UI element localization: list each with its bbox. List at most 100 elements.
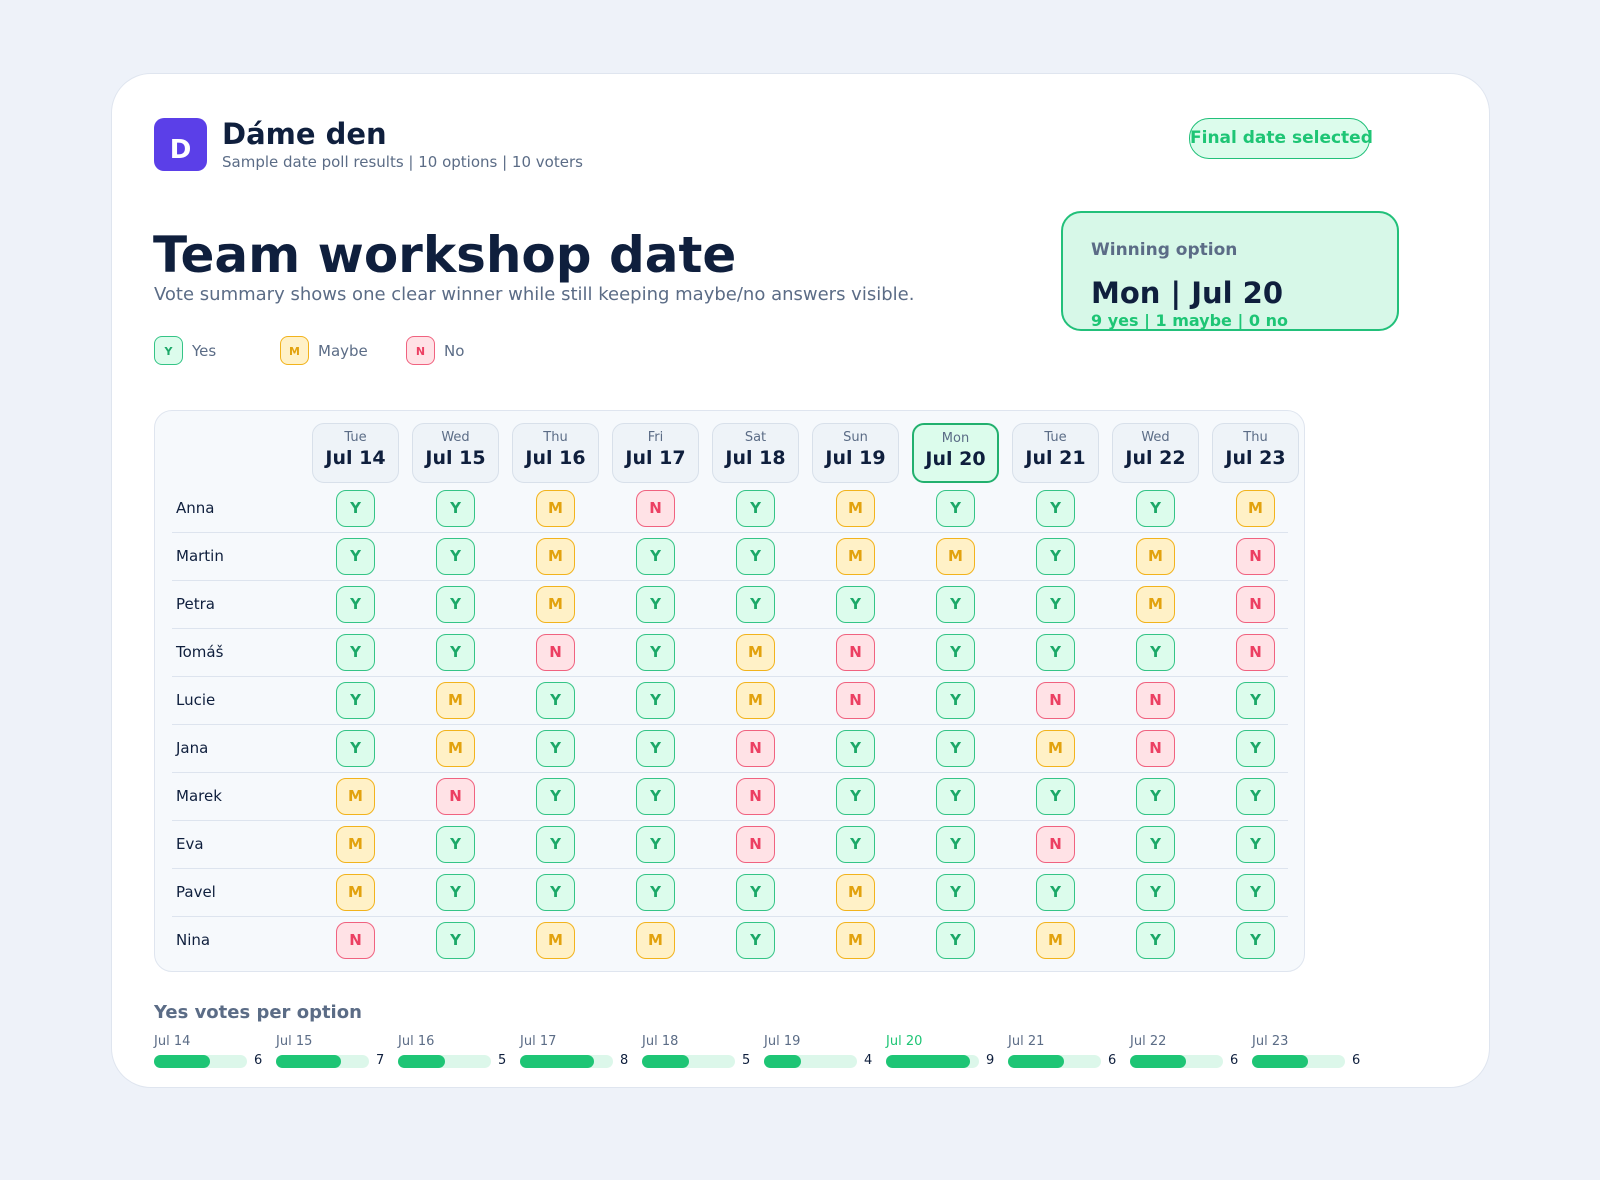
vote-badge: M <box>436 682 475 719</box>
yes-bar-track <box>642 1055 735 1068</box>
voter-row: Lucie Y M Y Y M N Y N N Y <box>172 677 1288 725</box>
legend-no: N No <box>406 336 506 366</box>
vote-badge: Y <box>936 826 975 863</box>
option-header-jul-16: Thu Jul 16 <box>512 423 599 483</box>
yes-bar-count: 7 <box>376 1053 385 1068</box>
yes-bar-fill <box>154 1055 210 1068</box>
winning-option-label: Winning option <box>1091 240 1238 260</box>
legend-no-label: No <box>444 342 465 360</box>
vote-badge: Y <box>336 682 375 719</box>
option-weekday: Fri <box>647 430 664 445</box>
option-header-jul-18: Sat Jul 18 <box>712 423 799 483</box>
option-header-jul-23: Thu Jul 23 <box>1212 423 1299 483</box>
yes-bar-fill <box>764 1055 801 1068</box>
page-subtitle: Vote summary shows one clear winner whil… <box>154 284 915 305</box>
vote-badge: Y <box>1236 874 1275 911</box>
yes-bar-label: Jul 23 <box>1252 1034 1289 1049</box>
voter-row: Pavel M Y Y Y Y M Y Y Y Y <box>172 869 1288 917</box>
option-date: Jul 19 <box>825 447 886 469</box>
yes-bar-track <box>1008 1055 1101 1068</box>
vote-badge: Y <box>636 634 675 671</box>
vote-badge: N <box>736 730 775 767</box>
vote-badge: Y <box>436 586 475 623</box>
vote-badge: Y <box>1236 922 1275 959</box>
voter-row: Anna Y Y M N Y M Y Y Y M <box>172 485 1288 533</box>
vote-badge: N <box>536 634 575 671</box>
yes-bar-label: Jul 16 <box>398 1034 435 1049</box>
vote-badge: Y <box>636 874 675 911</box>
vote-badge: Y <box>736 586 775 623</box>
vote-badge: Y <box>1036 538 1075 575</box>
vote-badge: M <box>836 922 875 959</box>
vote-badge: Y <box>1036 634 1075 671</box>
vote-badge: Y <box>336 586 375 623</box>
vote-badge: M <box>736 634 775 671</box>
vote-badge: M <box>736 682 775 719</box>
voter-row: Marek M N Y Y N Y Y Y Y Y <box>172 773 1288 821</box>
voter-row: Tomáš Y Y N Y M N Y Y Y N <box>172 629 1288 677</box>
vote-badge: M <box>1136 586 1175 623</box>
vote-badge: Y <box>436 874 475 911</box>
vote-badge: Y <box>636 778 675 815</box>
vote-badge: M <box>536 586 575 623</box>
yes-bar-label: Jul 14 <box>154 1034 191 1049</box>
legend-yes-badge: Y <box>154 336 183 365</box>
vote-badge: Y <box>336 538 375 575</box>
vote-badge: Y <box>1136 922 1175 959</box>
vote-badge: M <box>536 490 575 527</box>
voter-name: Anna <box>176 499 215 517</box>
option-date: Jul 20 <box>925 448 986 470</box>
vote-badge: Y <box>636 730 675 767</box>
yes-bar-jul-14: Jul 14 6 <box>154 1034 274 1074</box>
yes-bar-jul-22: Jul 22 6 <box>1130 1034 1250 1074</box>
vote-badge: Y <box>1136 874 1175 911</box>
status-badge: Final date selected <box>1189 118 1373 159</box>
option-weekday: Mon <box>941 431 970 446</box>
vote-badge: N <box>336 922 375 959</box>
vote-badge: M <box>336 778 375 815</box>
vote-badge: M <box>1136 538 1175 575</box>
option-weekday: Wed <box>441 430 470 445</box>
yes-bar-fill <box>1252 1055 1308 1068</box>
vote-badge: N <box>636 490 675 527</box>
yes-bar-count: 8 <box>620 1053 629 1068</box>
yes-bar-track <box>886 1055 979 1068</box>
option-weekday: Wed <box>1141 430 1170 445</box>
vote-badge: Y <box>1036 778 1075 815</box>
yes-bar-label: Jul 18 <box>642 1034 679 1049</box>
vote-badge: M <box>636 922 675 959</box>
option-header-jul-17: Fri Jul 17 <box>612 423 699 483</box>
option-weekday: Tue <box>1044 430 1067 445</box>
vote-badge: M <box>836 538 875 575</box>
vote-badge: N <box>836 682 875 719</box>
yes-bar-track <box>398 1055 491 1068</box>
yes-bar-label: Jul 19 <box>764 1034 801 1049</box>
vote-badge: Y <box>436 826 475 863</box>
legend-maybe-badge: M <box>280 336 309 365</box>
option-date: Jul 18 <box>725 447 786 469</box>
yes-bar-fill <box>642 1055 689 1068</box>
vote-badge: Y <box>1036 874 1075 911</box>
yes-bar-jul-16: Jul 16 5 <box>398 1034 518 1074</box>
vote-badge: N <box>1036 826 1075 863</box>
vote-badge: N <box>1236 538 1275 575</box>
vote-badge: M <box>536 922 575 959</box>
voter-name: Nina <box>176 931 211 949</box>
vote-badge: Y <box>736 538 775 575</box>
winning-option-stats: 9 yes | 1 maybe | 0 no <box>1091 311 1288 330</box>
vote-badge: Y <box>536 682 575 719</box>
yes-bar-track <box>520 1055 613 1068</box>
vote-badge: N <box>736 778 775 815</box>
vote-badge: Y <box>936 586 975 623</box>
yes-bar-jul-19: Jul 19 4 <box>764 1034 884 1074</box>
option-date: Jul 17 <box>625 447 686 469</box>
yes-bar-jul-18: Jul 18 5 <box>642 1034 762 1074</box>
legend-yes: Y Yes <box>154 336 264 366</box>
vote-badge: Y <box>936 682 975 719</box>
vote-badge: Y <box>436 490 475 527</box>
option-weekday: Sat <box>744 430 767 445</box>
app-subtitle: Sample date poll results | 10 options | … <box>222 153 583 171</box>
legend-yes-label: Yes <box>192 342 217 360</box>
voter-name: Lucie <box>176 691 216 709</box>
yes-bar-fill <box>520 1055 594 1068</box>
